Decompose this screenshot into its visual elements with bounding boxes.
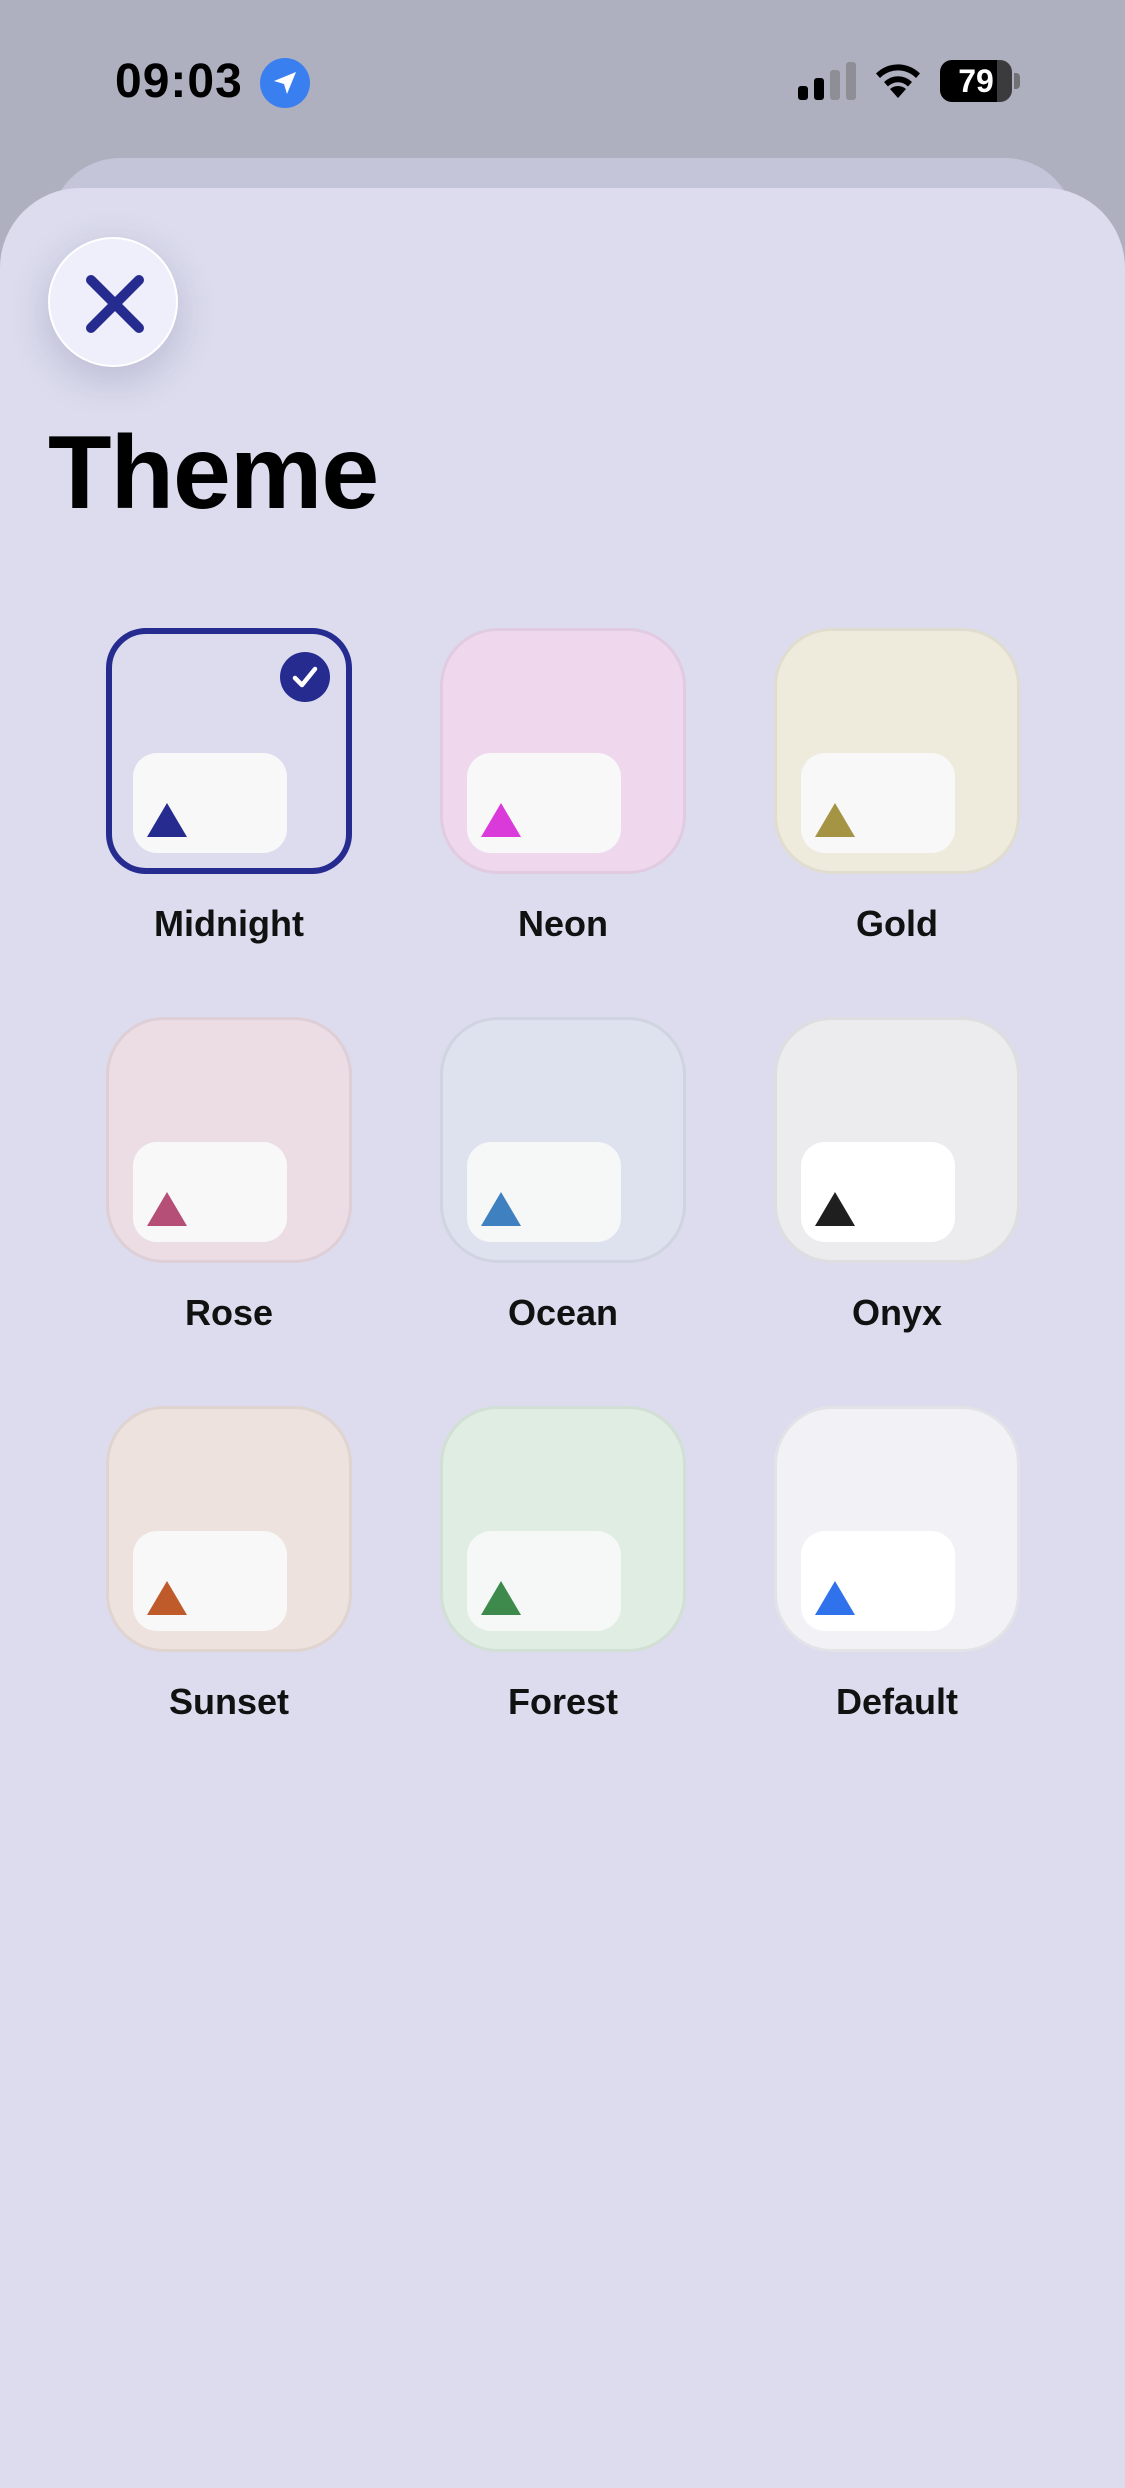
theme-tile[interactable] (440, 1017, 686, 1263)
theme-option-ocean[interactable]: Ocean (440, 1017, 690, 1357)
theme-tile[interactable] (106, 1017, 352, 1263)
theme-preview-card (133, 753, 287, 853)
theme-tile[interactable] (774, 628, 1020, 874)
triangle-icon (815, 1192, 855, 1226)
theme-preview-card (133, 1142, 287, 1242)
theme-option-onyx[interactable]: Onyx (774, 1017, 1024, 1357)
theme-option-gold[interactable]: Gold (774, 628, 1024, 968)
theme-tile[interactable] (774, 1017, 1020, 1263)
triangle-icon (481, 1192, 521, 1226)
theme-label: Sunset (168, 1681, 290, 1722)
triangle-icon (481, 1581, 521, 1615)
triangle-icon (481, 803, 521, 837)
theme-option-forest[interactable]: Forest (440, 1406, 690, 1746)
theme-tile[interactable] (774, 1406, 1020, 1652)
theme-label: Midnight (154, 903, 304, 944)
theme-label: Forest (507, 1681, 619, 1722)
theme-grid: Midnight Neon Gold Rose Ocean Onyx Sunset Fores… (0, 0, 1125, 2436)
theme-preview-card (133, 1531, 287, 1631)
theme-label: Rose (184, 1292, 274, 1333)
theme-preview-card (801, 1142, 955, 1242)
theme-tile[interactable] (440, 628, 686, 874)
theme-preview-card (801, 1531, 955, 1631)
checkmark-icon (280, 652, 330, 702)
theme-label: Neon (518, 903, 608, 944)
theme-option-rose[interactable]: Rose (106, 1017, 356, 1357)
triangle-icon (815, 803, 855, 837)
triangle-icon (147, 1581, 187, 1615)
theme-option-default[interactable]: Default (774, 1406, 1024, 1746)
triangle-icon (147, 1192, 187, 1226)
theme-option-neon[interactable]: Neon (440, 628, 690, 968)
theme-preview-card (467, 1142, 621, 1242)
theme-label: Onyx (851, 1292, 943, 1333)
theme-label: Gold (856, 903, 938, 944)
triangle-icon (815, 1581, 855, 1615)
theme-option-midnight[interactable]: Midnight (106, 628, 356, 968)
theme-tile[interactable] (106, 1406, 352, 1652)
theme-tile[interactable] (440, 1406, 686, 1652)
theme-preview-card (467, 1531, 621, 1631)
theme-label: Ocean (507, 1292, 619, 1333)
triangle-icon (147, 803, 187, 837)
theme-label: Default (835, 1681, 958, 1722)
theme-preview-card (467, 753, 621, 853)
theme-preview-card (801, 753, 955, 853)
theme-tile[interactable] (106, 628, 352, 874)
theme-option-sunset[interactable]: Sunset (106, 1406, 356, 1746)
